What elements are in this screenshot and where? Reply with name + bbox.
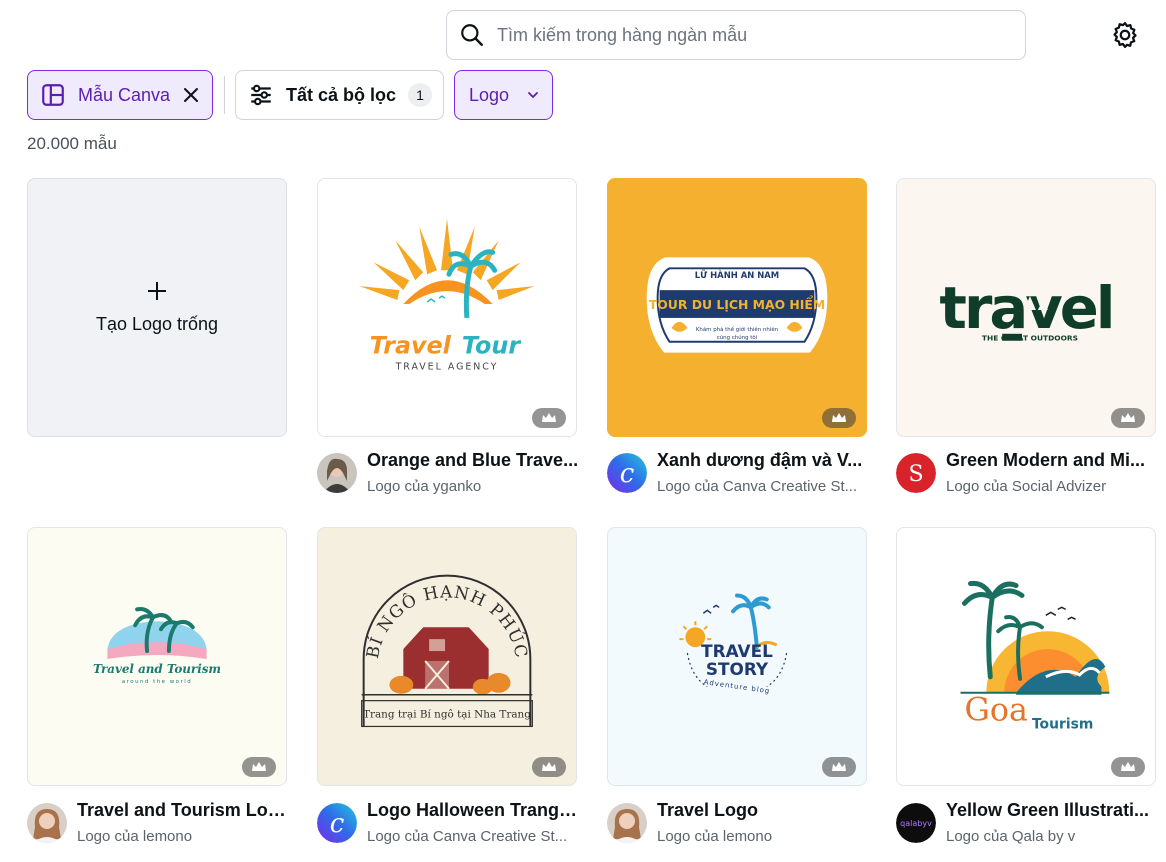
svg-text:c: c <box>330 809 345 839</box>
search-placeholder: Tìm kiếm trong hàng ngàn mẫu <box>497 24 748 45</box>
all-filters-label: Tất cả bộ lọc <box>286 84 397 105</box>
premium-crown-badge <box>1111 757 1145 777</box>
art-text: Goa <box>964 693 1027 729</box>
template-layout-icon <box>42 84 64 106</box>
template-card[interactable]: LỮ HÀNH AN NAM TOUR DU LỊCH MẠO HIỂM Khá… <box>607 178 867 437</box>
avatar <box>317 453 357 493</box>
template-thumbnail: Travel and Tourism around the world <box>93 607 221 685</box>
art-text: Trang trại Bí ngô tại Nha Trang <box>363 709 531 721</box>
premium-crown-badge <box>532 757 566 777</box>
art-text: Travel and Tourism <box>93 662 221 676</box>
template-title[interactable]: Logo Halloween Trang ... <box>367 800 579 821</box>
template-author[interactable]: Logo của lemono <box>77 828 289 845</box>
template-author[interactable]: Logo của Canva Creative St... <box>367 828 579 845</box>
art-text: TRAVEL AGENCY <box>395 362 499 373</box>
template-card[interactable]: BÍ NGÔ HẠNH PHÚC Trang trại Bí ngô tại N… <box>317 527 577 786</box>
template-meta[interactable]: S Green Modern and Mi... Logo của Social… <box>896 450 1158 495</box>
template-card[interactable]: Travel Tour TRAVEL AGENCY <box>317 178 577 437</box>
art-text: Travel <box>370 332 452 360</box>
create-blank-logo-card[interactable]: Tạo Logo trống <box>27 178 287 437</box>
avatar <box>607 803 647 843</box>
template-title[interactable]: Xanh dương đậm và V... <box>657 450 869 471</box>
template-title[interactable]: Green Modern and Mi... <box>946 450 1158 471</box>
art-text: around the world <box>122 679 192 685</box>
template-thumbnail: travel THE GREAT OUTDOORS <box>939 275 1115 343</box>
svg-text:S: S <box>908 462 923 487</box>
crown-icon <box>832 413 846 422</box>
template-card[interactable]: travel THE GREAT OUTDOORS <box>896 178 1156 437</box>
template-title[interactable]: Orange and Blue Trave... <box>367 450 579 471</box>
art-text: Tour <box>462 332 521 360</box>
avatar <box>27 803 67 843</box>
premium-crown-badge <box>1111 408 1145 428</box>
art-text: cùng chúng tôi <box>717 334 758 341</box>
avatar: qalabyv <box>896 803 936 843</box>
template-author[interactable]: Logo của lemono <box>657 828 869 845</box>
template-meta[interactable]: Travel and Tourism Logo Logo của lemono <box>27 800 289 845</box>
settings-gear-icon[interactable] <box>1110 20 1140 50</box>
premium-crown-badge <box>242 757 276 777</box>
template-author[interactable]: Logo của Qala by v <box>946 828 1158 845</box>
crown-icon <box>542 762 556 771</box>
crown-icon <box>832 762 846 771</box>
template-card[interactable]: Travel and Tourism around the world <box>27 527 287 786</box>
premium-crown-badge <box>532 408 566 428</box>
canva-logo-icon: c <box>317 803 357 843</box>
filter-divider <box>224 76 225 114</box>
filter-count-badge: 1 <box>408 83 433 107</box>
canva-logo-icon: c <box>607 453 647 493</box>
avatar: c <box>607 453 647 493</box>
template-card[interactable]: Goa Tourism <box>896 527 1156 786</box>
template-title[interactable]: Travel Logo <box>657 800 869 821</box>
svg-text:c: c <box>620 459 635 489</box>
crown-icon <box>252 762 266 771</box>
avatar-text: qalabyv <box>900 819 932 828</box>
avatar: S <box>896 453 936 493</box>
art-text: TOUR DU LỊCH MẠO HIỂM <box>649 295 825 312</box>
template-author[interactable]: Logo của yganko <box>367 478 579 495</box>
blank-card-label: Tạo Logo trống <box>95 314 219 334</box>
avatar: c <box>317 803 357 843</box>
plus-icon <box>148 282 166 300</box>
crown-icon <box>1121 762 1135 771</box>
search-icon <box>461 24 483 46</box>
close-icon[interactable] <box>182 86 200 104</box>
art-text: Tourism <box>1032 716 1093 732</box>
template-author[interactable]: Logo của Social Advizer <box>946 478 1158 495</box>
template-meta[interactable]: c Logo Halloween Trang ... Logo của Canv… <box>317 800 579 845</box>
template-thumbnail: TRAVEL STORY Adventure blog <box>679 593 788 695</box>
template-thumbnail: Travel Tour TRAVEL AGENCY <box>359 218 535 373</box>
template-thumbnail: BÍ NGÔ HẠNH PHÚC Trang trại Bí ngô tại N… <box>361 574 533 728</box>
premium-crown-badge <box>822 408 856 428</box>
template-author[interactable]: Logo của Canva Creative St... <box>657 478 869 495</box>
template-thumbnail: LỮ HÀNH AN NAM TOUR DU LỊCH MẠO HIỂM Khá… <box>646 257 828 353</box>
all-filters-button[interactable]: Tất cả bộ lọc 1 <box>235 70 444 120</box>
crown-icon <box>1121 413 1135 422</box>
logo-type-dropdown[interactable]: Logo <box>454 70 553 120</box>
template-meta[interactable]: c Xanh dương đậm và V... Logo của Canva … <box>607 450 869 495</box>
template-thumbnail: Goa Tourism <box>960 580 1110 732</box>
art-text: THE GREAT OUTDOORS <box>982 334 1078 343</box>
canva-templates-chip[interactable]: Mẫu Canva <box>27 70 213 120</box>
art-text: Adventure blog <box>703 678 770 695</box>
search-input[interactable]: Tìm kiếm trong hàng ngàn mẫu <box>446 10 1026 60</box>
sliders-icon <box>251 84 271 106</box>
canva-chip-label: Mẫu Canva <box>78 84 171 105</box>
chevron-down-icon <box>528 92 538 98</box>
premium-crown-badge <box>822 757 856 777</box>
results-count: 20.000 mẫu <box>27 134 117 153</box>
template-meta[interactable]: Orange and Blue Trave... Logo của yganko <box>317 450 579 495</box>
art-text: LỮ HÀNH AN NAM <box>695 269 779 280</box>
template-meta[interactable]: Travel Logo Logo của lemono <box>607 800 869 845</box>
template-title[interactable]: Travel and Tourism Logo <box>77 800 289 821</box>
template-title[interactable]: Yellow Green Illustrati... <box>946 800 1158 821</box>
logo-type-label: Logo <box>469 84 510 105</box>
art-text: Khám phá thế giới thiên nhiên <box>696 326 778 333</box>
template-card[interactable]: TRAVEL STORY Adventure blog <box>607 527 867 786</box>
crown-icon <box>542 413 556 422</box>
art-text: STORY <box>706 659 769 679</box>
template-meta[interactable]: qalabyv Yellow Green Illustrati... Logo … <box>896 800 1158 845</box>
